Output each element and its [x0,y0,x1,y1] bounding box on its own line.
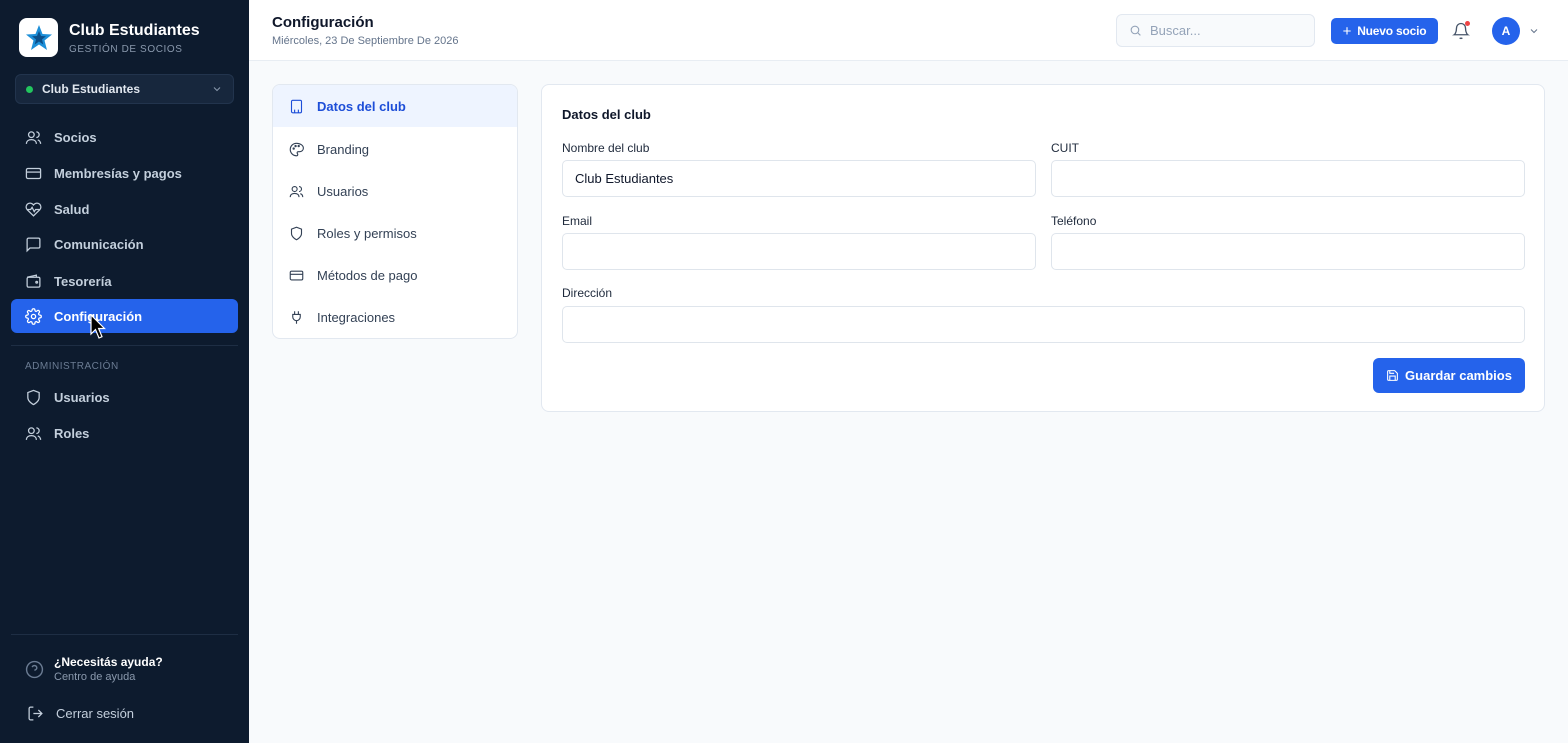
top-header: Configuración Miércoles, 23 De Septiembr… [249,0,1568,61]
sidebar-item-configuracion[interactable]: Configuración [11,299,238,333]
search-input[interactable] [1150,23,1300,38]
new-member-button[interactable]: + Nuevo socio [1331,18,1438,44]
shield-icon [290,226,303,240]
email-input[interactable] [562,233,1036,270]
notification-badge [1465,21,1470,26]
club-name-input[interactable] [562,160,1036,197]
club-logo [19,18,58,57]
building-icon [290,99,303,113]
plug-icon [292,310,301,324]
search-box[interactable] [1116,14,1315,47]
message-icon [26,236,41,252]
sidebar-item-label: Tesorería [54,273,112,289]
settings-item-metodos-pago[interactable]: Métodos de pago [273,254,517,296]
search-icon [1130,25,1141,36]
divider [11,634,238,635]
email-label: Email [562,214,593,228]
brand-subtitle: GESTIÓN DE SOCIOS [69,43,183,55]
sidebar-item-label: Roles [54,425,90,441]
club-selector-value: Club Estudiantes [42,82,141,96]
users-icon [25,426,42,440]
help-subtitle: Centro de ayuda [54,671,136,683]
notifications-button[interactable] [1452,21,1470,41]
settings-item-datos-club[interactable]: Datos del club [273,85,517,127]
settings-item-branding[interactable]: Branding [273,128,517,170]
shield-icon [27,389,40,405]
gear-icon [25,307,42,325]
logout-icon [28,706,43,721]
cuit-label: CUIT [1051,141,1079,155]
phone-input[interactable] [1051,233,1525,270]
settings-item-usuarios[interactable]: Usuarios [273,170,517,212]
heart-pulse-icon [25,201,42,217]
sidebar-item-tesoreria[interactable]: Tesorería [11,264,238,298]
brand-name: Club Estudiantes [69,21,200,39]
new-member-label: Nuevo socio [1357,24,1427,38]
admin-section-label: ADMINISTRACIÓN [25,361,119,372]
form-title: Datos del club [562,107,651,122]
sidebar-item-label: Comunicación [54,236,144,252]
club-selector[interactable]: Club Estudiantes [15,74,234,104]
chevron-down-icon[interactable] [1528,25,1540,37]
sidebar-item-socios[interactable]: Socios [11,120,238,154]
sidebar-item-label: Usuarios [54,389,110,405]
wallet-icon [26,273,41,288]
save-button[interactable]: Guardar cambios [1373,358,1525,393]
credit-card-icon [25,167,42,179]
address-input[interactable] [562,306,1525,343]
settings-item-label: Usuarios [317,183,369,199]
sidebar-item-comunicacion[interactable]: Comunicación [11,227,238,261]
club-data-form: Datos del club Nombre del club CUIT Emai… [541,84,1545,412]
star-logo-icon [25,24,52,50]
club-name-label: Nombre del club [562,141,650,155]
logout-button[interactable]: Cerrar sesión [27,705,134,722]
sidebar-item-usuarios[interactable]: Usuarios [11,380,238,414]
settings-item-label: Integraciones [317,309,396,325]
page-title: Configuración [272,14,374,31]
divider [11,345,238,346]
sidebar-item-roles[interactable]: Roles [11,416,238,450]
status-dot [26,85,33,93]
sidebar: Club Estudiantes GESTIÓN DE SOCIOS Club … [0,0,249,743]
avatar[interactable]: A [1492,17,1520,45]
users-icon [25,130,42,144]
settings-item-label: Roles y permisos [317,225,417,241]
cuit-input[interactable] [1051,160,1525,197]
phone-label: Teléfono [1051,214,1097,228]
settings-item-label: Branding [317,141,370,157]
sidebar-item-label: Salud [54,201,90,217]
address-label: Dirección [562,286,613,300]
help-circle-icon [25,660,44,678]
settings-item-integraciones[interactable]: Integraciones [273,296,517,338]
save-label: Guardar cambios [1405,368,1512,383]
logout-label: Cerrar sesión [56,706,135,721]
chevron-down-icon [213,87,221,92]
sidebar-item-label: Socios [54,129,97,145]
plus-icon: + [1342,22,1352,40]
save-icon [1387,370,1398,381]
settings-item-label: Datos del club [317,98,406,114]
settings-item-label: Métodos de pago [317,267,418,283]
users-icon [289,185,304,197]
sidebar-item-salud[interactable]: Salud [11,192,238,226]
settings-item-roles[interactable]: Roles y permisos [273,212,517,254]
credit-card-icon [289,270,304,280]
sidebar-item-membresias[interactable]: Membresías y pagos [11,156,238,190]
mouse-cursor-icon [90,314,106,339]
page-date: Miércoles, 23 De Septiembre De 2026 [272,35,459,47]
palette-icon [289,142,304,156]
sidebar-item-label: Membresías y pagos [54,165,182,181]
help-link[interactable]: ¿Necesitás ayuda? Centro de ayuda [25,655,163,683]
brand: Club Estudiantes GESTIÓN DE SOCIOS [19,18,200,57]
settings-menu: Datos del club Branding Usuarios Roles y… [272,84,518,339]
help-title: ¿Necesitás ayuda? [54,655,163,669]
